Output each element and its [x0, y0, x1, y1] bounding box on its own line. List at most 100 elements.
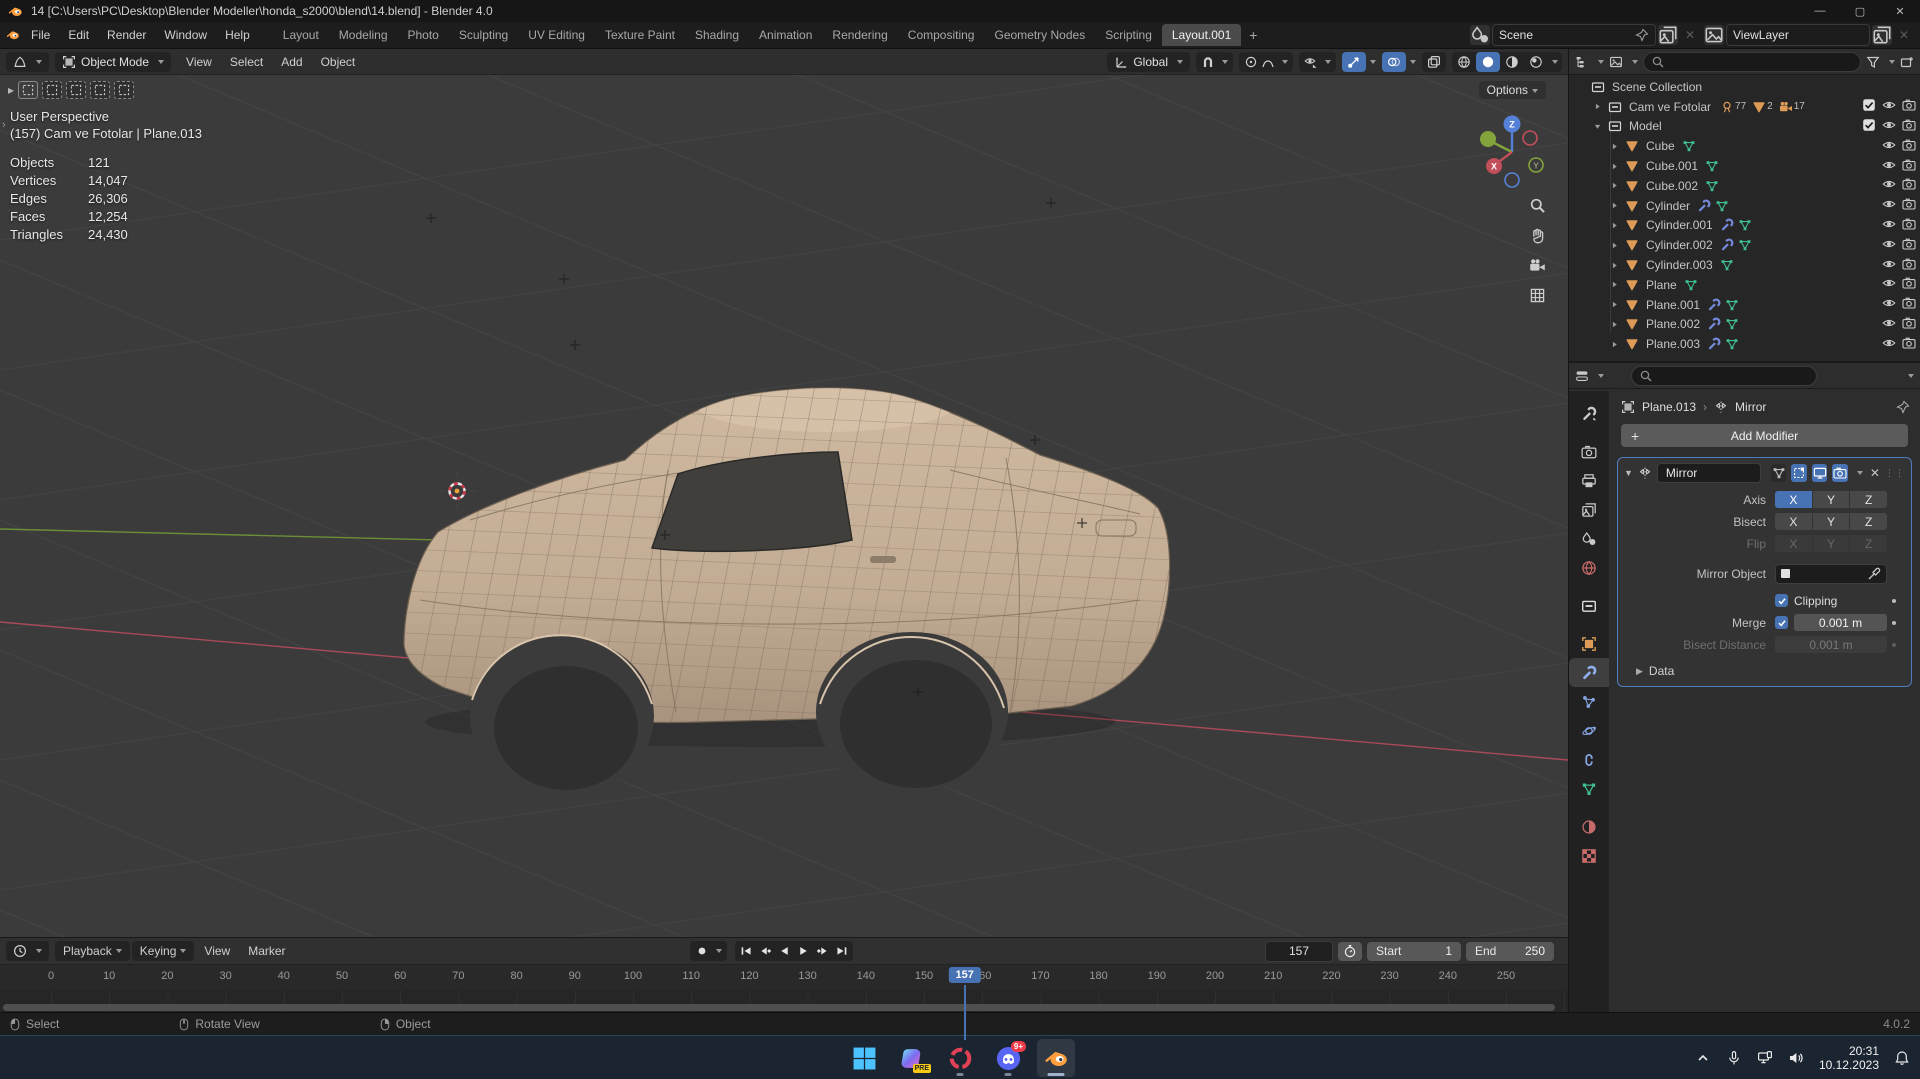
playhead[interactable]: 157 — [948, 967, 981, 983]
scene-icon[interactable] — [1470, 25, 1490, 45]
expand-arrow-icon[interactable] — [1590, 122, 1604, 131]
pin-id-icon[interactable] — [1896, 400, 1910, 414]
timeline-editor-type-button[interactable] — [6, 941, 49, 961]
modifier-extras-icon[interactable] — [1856, 471, 1863, 475]
properties-tab-world[interactable] — [1569, 553, 1609, 582]
display-mode-icon[interactable] — [1609, 55, 1623, 69]
mirror-object-field[interactable] — [1775, 563, 1887, 584]
mode-dropdown[interactable]: Object Mode — [55, 51, 172, 72]
merge-threshold-field[interactable]: 0.001 m — [1794, 614, 1887, 631]
exclude-checkbox[interactable] — [1862, 118, 1876, 135]
properties-search-input[interactable] — [1631, 365, 1817, 386]
expand-arrow-icon[interactable] — [1607, 241, 1621, 250]
flip-y-button[interactable]: Y — [1812, 535, 1850, 552]
viewlayer-icon[interactable] — [1704, 25, 1724, 45]
outliner-row-plane[interactable]: Plane — [1569, 275, 1920, 295]
modifier-name-field[interactable]: Mirror — [1656, 463, 1761, 483]
outliner-row-cam-ve-fotolar[interactable]: Cam ve Fotolar 77 2 17 — [1569, 97, 1920, 117]
hide-in-viewport-toggle[interactable] — [1882, 197, 1896, 214]
timeline-ruler[interactable]: 0 10 20 30 40 50 60 70 80 90 100 110 120 130 140 150 160… — [0, 965, 1568, 1040]
frame-end-field[interactable]: End 250 — [1466, 941, 1554, 961]
disable-in-render-toggle[interactable] — [1902, 237, 1916, 254]
properties-tab-output[interactable] — [1569, 466, 1609, 495]
clipping-checkbox[interactable] — [1775, 594, 1788, 607]
current-frame-field[interactable]: 157 — [1265, 940, 1333, 962]
properties-tab-render[interactable] — [1569, 437, 1609, 466]
properties-options-icon[interactable] — [1908, 373, 1914, 378]
blender-menu-icon[interactable] — [6, 28, 20, 42]
camera-view-icon[interactable] — [1529, 257, 1546, 274]
outliner-row-plane-002[interactable]: Plane.002 — [1569, 315, 1920, 335]
workspace-tab-sculpting[interactable]: Sculpting — [449, 24, 518, 46]
disable-in-render-toggle[interactable] — [1902, 276, 1916, 293]
menu-window[interactable]: Window — [155, 24, 216, 46]
outliner-row-scene-collection[interactable]: Scene Collection — [1569, 77, 1920, 97]
disable-in-render-toggle[interactable] — [1902, 138, 1916, 155]
hide-in-viewport-toggle[interactable] — [1882, 217, 1896, 234]
properties-tab-view-layer[interactable] — [1569, 495, 1609, 524]
expand-arrow-icon[interactable] — [1607, 340, 1621, 349]
hide-in-viewport-toggle[interactable] — [1882, 296, 1896, 313]
add-workspace-button[interactable]: + — [1241, 27, 1265, 43]
pin-icon[interactable] — [1635, 28, 1649, 42]
scene-selector[interactable]: Scene ✕ — [1470, 24, 1700, 46]
expand-arrow-icon[interactable] — [1607, 201, 1621, 210]
hide-in-viewport-toggle[interactable] — [1882, 237, 1896, 254]
outliner-row-cube-002[interactable]: Cube.002 — [1569, 176, 1920, 196]
new-collection-icon[interactable] — [1900, 55, 1914, 69]
hide-in-viewport-toggle[interactable] — [1882, 177, 1896, 194]
workspace-tab-layout[interactable]: Layout — [273, 24, 329, 46]
view-object-types-dropdown[interactable] — [1299, 51, 1336, 72]
disable-in-render-toggle[interactable] — [1902, 217, 1916, 234]
prev-keyframe-button[interactable] — [756, 942, 775, 960]
remove-modifier-button[interactable]: ✕ — [1870, 466, 1880, 480]
show-in-render-toggle[interactable] — [1832, 464, 1848, 482]
properties-tab-modifiers[interactable] — [1569, 658, 1609, 687]
properties-editor-icon[interactable] — [1575, 369, 1589, 383]
disable-in-render-toggle[interactable] — [1902, 296, 1916, 313]
viewport-3d[interactable]: Object Mode View Select Add Object Global — [0, 49, 1568, 937]
hide-in-viewport-toggle[interactable] — [1882, 138, 1896, 155]
navigation-gizmo[interactable]: Z X Y — [1474, 114, 1550, 193]
scene-name[interactable]: Scene — [1499, 28, 1533, 42]
options-button[interactable]: Options — [1478, 81, 1546, 99]
orthographic-grid-icon[interactable] — [1529, 287, 1546, 304]
clock[interactable]: 20:31 10.12.2023 — [1819, 1044, 1879, 1072]
expand-arrow-icon[interactable] — [1607, 261, 1621, 270]
disable-in-render-toggle[interactable] — [1902, 197, 1916, 214]
disable-in-render-toggle[interactable] — [1902, 316, 1916, 333]
taskbar-app-discord[interactable]: 9+ — [989, 1039, 1027, 1077]
workspace-tab-scripting[interactable]: Scripting — [1095, 24, 1162, 46]
hide-in-viewport-toggle[interactable] — [1882, 316, 1896, 333]
outliner-row-cube-001[interactable]: Cube.001 — [1569, 156, 1920, 176]
hide-in-viewport-toggle[interactable] — [1882, 158, 1896, 175]
show-in-editmode-toggle[interactable] — [1791, 464, 1807, 482]
workspace-tab-geometry-nodes[interactable]: Geometry Nodes — [984, 24, 1095, 46]
pan-hand-icon[interactable] — [1529, 227, 1546, 244]
select-mode-extend-button[interactable] — [42, 81, 63, 99]
workspace-tab-layout-001[interactable]: Layout.001 — [1161, 24, 1242, 46]
disable-in-render-toggle[interactable] — [1902, 336, 1916, 353]
workspace-tab-shading[interactable]: Shading — [685, 24, 749, 46]
properties-tab-particles[interactable] — [1569, 687, 1609, 716]
outliner-row-plane-001[interactable]: Plane.001 — [1569, 295, 1920, 315]
gizmos-toggle[interactable] — [1342, 51, 1366, 72]
outliner-search-input[interactable] — [1643, 51, 1861, 72]
select-mode-subtract-button[interactable] — [66, 81, 87, 99]
workspace-tab-texture-paint[interactable]: Texture Paint — [595, 24, 685, 46]
auto-keying-button[interactable] — [690, 941, 727, 961]
overlays-toggle[interactable] — [1382, 51, 1406, 72]
timeline-menu-view[interactable]: View — [196, 941, 238, 961]
properties-tab-tool[interactable] — [1569, 399, 1609, 428]
shading-wireframe-button[interactable] — [1452, 52, 1476, 72]
breadcrumb-modifier[interactable]: Mirror — [1735, 400, 1766, 414]
disable-in-render-toggle[interactable] — [1902, 118, 1916, 135]
flip-z-button[interactable]: Z — [1850, 535, 1888, 552]
select-mode-intersect-button[interactable] — [114, 81, 135, 99]
properties-tab-physics[interactable] — [1569, 716, 1609, 745]
properties-tab-object[interactable] — [1569, 629, 1609, 658]
expand-arrow-icon[interactable] — [1607, 280, 1621, 289]
viewlayer-name[interactable]: ViewLayer — [1733, 28, 1789, 42]
use-preview-range-button[interactable] — [1338, 941, 1362, 961]
breadcrumb-object[interactable]: Plane.013 — [1642, 400, 1696, 414]
